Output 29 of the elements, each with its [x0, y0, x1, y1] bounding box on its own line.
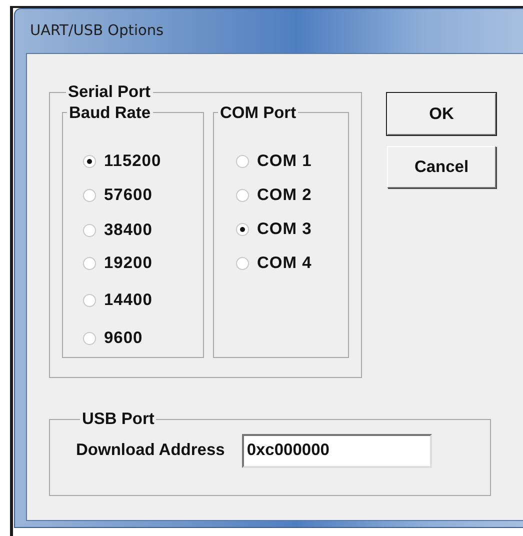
radio-button[interactable] [83, 332, 96, 344]
radio-label[interactable]: COM 4 [257, 254, 312, 272]
radio-label[interactable]: 38400 [104, 220, 152, 240]
group-label: Baud Rate [68, 104, 152, 121]
radio-label[interactable]: 14400 [104, 290, 152, 310]
radio-button[interactable] [236, 154, 249, 168]
radio-label[interactable]: COM 3 [257, 220, 312, 238]
radio-button[interactable] [83, 256, 96, 270]
radio-label[interactable]: 19200 [104, 254, 152, 272]
radio-label[interactable]: 115200 [104, 152, 162, 170]
group-label: USB Port [81, 411, 156, 428]
field-label: Download Address [76, 441, 225, 460]
radio-button[interactable] [83, 224, 96, 236]
radio-label[interactable]: COM 1 [257, 152, 312, 170]
radio-label[interactable]: 9600 [104, 328, 143, 348]
input-field[interactable]: 0xc000000 [242, 434, 432, 468]
radio-button[interactable] [83, 154, 96, 168]
radio-button[interactable] [83, 294, 96, 306]
group-label: Serial Port [67, 84, 152, 100]
window-title: UART/USB Options [30, 23, 164, 39]
ok-button[interactable]: OK [387, 93, 496, 135]
radio-label[interactable]: 57600 [104, 186, 152, 204]
radio-button[interactable] [83, 188, 96, 202]
radio-button[interactable] [236, 256, 249, 270]
cancel-button[interactable]: Cancel [387, 146, 496, 188]
group-label: COM Port [219, 104, 298, 121]
radio-button[interactable] [236, 188, 249, 202]
radio-button[interactable] [236, 222, 249, 236]
radio-label[interactable]: COM 2 [257, 186, 312, 204]
